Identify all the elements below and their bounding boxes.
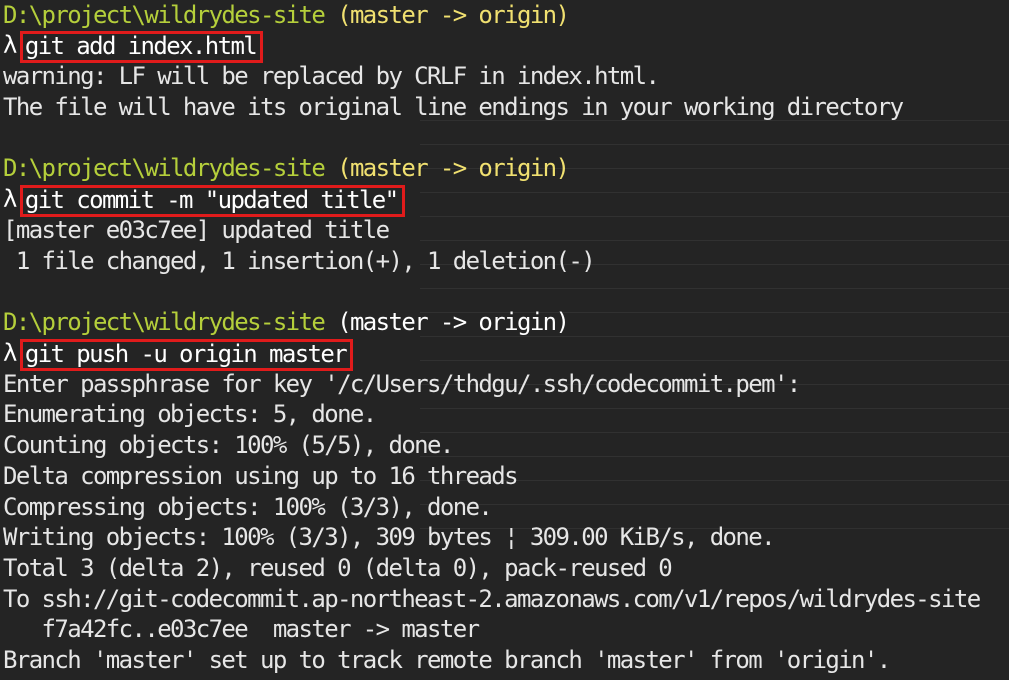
- output-line: The file will have its original line end…: [3, 93, 904, 121]
- output-line: To ssh://git-codecommit.ap-northeast-2.a…: [3, 585, 981, 613]
- ghost-row: [420, 504, 1009, 505]
- output-line: Branch 'master' set up to track remote b…: [3, 646, 891, 674]
- output-line: warning: LF will be replaced by CRLF in …: [3, 62, 660, 90]
- lambda-prompt-icon: λ: [3, 31, 17, 59]
- lambda-prompt-icon: λ: [3, 339, 17, 367]
- highlighted-command: git push -u origin master: [19, 339, 354, 371]
- output-line: Enumerating objects: 5, done.: [3, 400, 377, 428]
- ghost-row: [420, 456, 1009, 457]
- prompt-branch: (master -> origin): [337, 1, 570, 29]
- output-line: 1 file changed, 1 insertion(+), 1 deleti…: [3, 247, 596, 275]
- output-line: [master e03c7ee] updated title: [3, 216, 390, 244]
- background-explorer-ghost: [420, 120, 1009, 560]
- prompt-path: D:\project\wildrydes-site: [3, 308, 326, 336]
- ghost-row: [420, 408, 1009, 409]
- output-line: f7a42fc..e03c7ee master -> master: [3, 615, 480, 643]
- prompt-path-line: D:\project\wildrydes-site (master -> ori…: [3, 0, 570, 30]
- terminal-window[interactable]: D:\project\wildrydes-site (master -> ori…: [0, 0, 1009, 680]
- command-line: λ git commit -m "updated title": [3, 184, 405, 217]
- ghost-row: [420, 240, 1009, 241]
- prompt-path-line: D:\project\wildrydes-site (master -> ori…: [3, 307, 570, 337]
- output-line: Delta compression using up to 16 threads: [3, 462, 519, 490]
- prompt-path: D:\project\wildrydes-site: [3, 1, 326, 29]
- command-line: λ git push -u origin master: [3, 338, 354, 371]
- output-line: Compressing objects: 100% (3/3), done.: [3, 493, 493, 521]
- prompt-path-line: D:\project\wildrydes-site (master -> ori…: [3, 153, 570, 183]
- prompt-branch: (master -> origin): [337, 308, 570, 336]
- ghost-row: [420, 432, 1009, 433]
- lambda-prompt-icon: λ: [3, 185, 17, 213]
- ghost-row: [420, 144, 1009, 145]
- output-line: Enter passphrase for key '/c/Users/thdgu…: [3, 370, 801, 398]
- ghost-row: [420, 288, 1009, 289]
- prompt-branch: (master -> origin): [337, 154, 570, 182]
- ghost-row: [420, 360, 1009, 361]
- ghost-row: [420, 216, 1009, 217]
- command-line: λ git add index.html: [3, 30, 264, 63]
- output-line: Total 3 (delta 2), reused 0 (delta 0), p…: [3, 554, 673, 582]
- ghost-row: [420, 192, 1009, 193]
- highlighted-command: git add index.html: [19, 31, 264, 63]
- highlighted-command: git commit -m "updated title": [19, 185, 405, 217]
- output-line: Writing objects: 100% (3/3), 309 bytes ¦…: [3, 523, 776, 551]
- output-line: Counting objects: 100% (5/5), done.: [3, 431, 454, 459]
- prompt-path: D:\project\wildrydes-site: [3, 154, 326, 182]
